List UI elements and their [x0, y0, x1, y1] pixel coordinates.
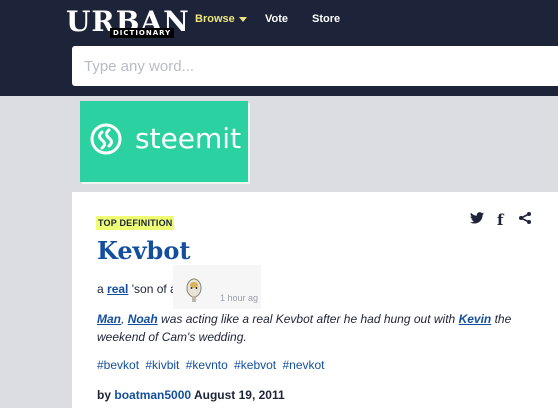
- nav-store[interactable]: Store: [312, 13, 340, 25]
- tag-link[interactable]: #kevnto: [186, 358, 228, 372]
- meaning-prefix: a: [97, 282, 104, 296]
- top-navigation-bar: URBAN DICTIONARY Browse Vote Store: [0, 0, 558, 96]
- definition-example: Man, Noah was acting like a real Kevbot …: [97, 310, 517, 346]
- nav-browse-label: Browse: [195, 13, 235, 25]
- example-link-kevin[interactable]: Kevin: [459, 312, 492, 326]
- definition-meaning: a real 'son of a: [97, 282, 177, 296]
- avatar: [186, 278, 202, 302]
- example-link-noah[interactable]: Noah: [128, 312, 158, 326]
- twitter-icon[interactable]: [470, 211, 484, 228]
- steemit-logo-icon: [90, 123, 122, 155]
- timestamp: 1 hour ag: [220, 293, 259, 303]
- author-line: by boatman5000 August 19, 2011: [97, 388, 285, 402]
- tag-list: #bevkot #kivbit #kevnto #kebvot #nevkot: [97, 358, 328, 372]
- top-definition-badge: TOP DEFINITION: [96, 216, 175, 230]
- definition-card: TOP DEFINITION f Kevbot a real 'son of a…: [72, 192, 558, 408]
- meaning-rest: 'son of a: [131, 282, 177, 296]
- urban-dictionary-logo[interactable]: URBAN DICTIONARY: [66, 4, 189, 40]
- twitter-icon-glyph: [470, 212, 484, 224]
- steemit-ad-banner[interactable]: steemit: [80, 101, 248, 182]
- author-name-link[interactable]: boatman5000: [114, 388, 191, 402]
- tag-link[interactable]: #bevkot: [97, 358, 139, 372]
- author-date: August 19, 2011: [193, 388, 285, 402]
- search-input[interactable]: [72, 46, 558, 86]
- logo-subtitle: DICTIONARY: [110, 28, 175, 38]
- example-comma: ,: [121, 312, 125, 326]
- author-by: by: [97, 388, 112, 402]
- meaning-link-real[interactable]: real: [107, 282, 128, 296]
- share-icon[interactable]: [518, 211, 532, 229]
- definition-word[interactable]: Kevbot: [97, 236, 190, 265]
- facebook-icon[interactable]: f: [497, 211, 503, 229]
- nav-vote[interactable]: Vote: [265, 13, 288, 25]
- nav-browse[interactable]: Browse: [195, 13, 247, 25]
- share-icon-glyph: [519, 212, 531, 224]
- chevron-down-icon: [238, 16, 247, 22]
- example-link-man[interactable]: Man: [97, 312, 121, 326]
- example-middle-text: was acting like a real Kevbot after he h…: [161, 312, 456, 326]
- tag-link[interactable]: #kivbit: [145, 358, 179, 372]
- tag-link[interactable]: #kebvot: [234, 358, 276, 372]
- steemit-wordmark: steemit: [135, 122, 242, 155]
- tag-link[interactable]: #nevkot: [282, 358, 324, 372]
